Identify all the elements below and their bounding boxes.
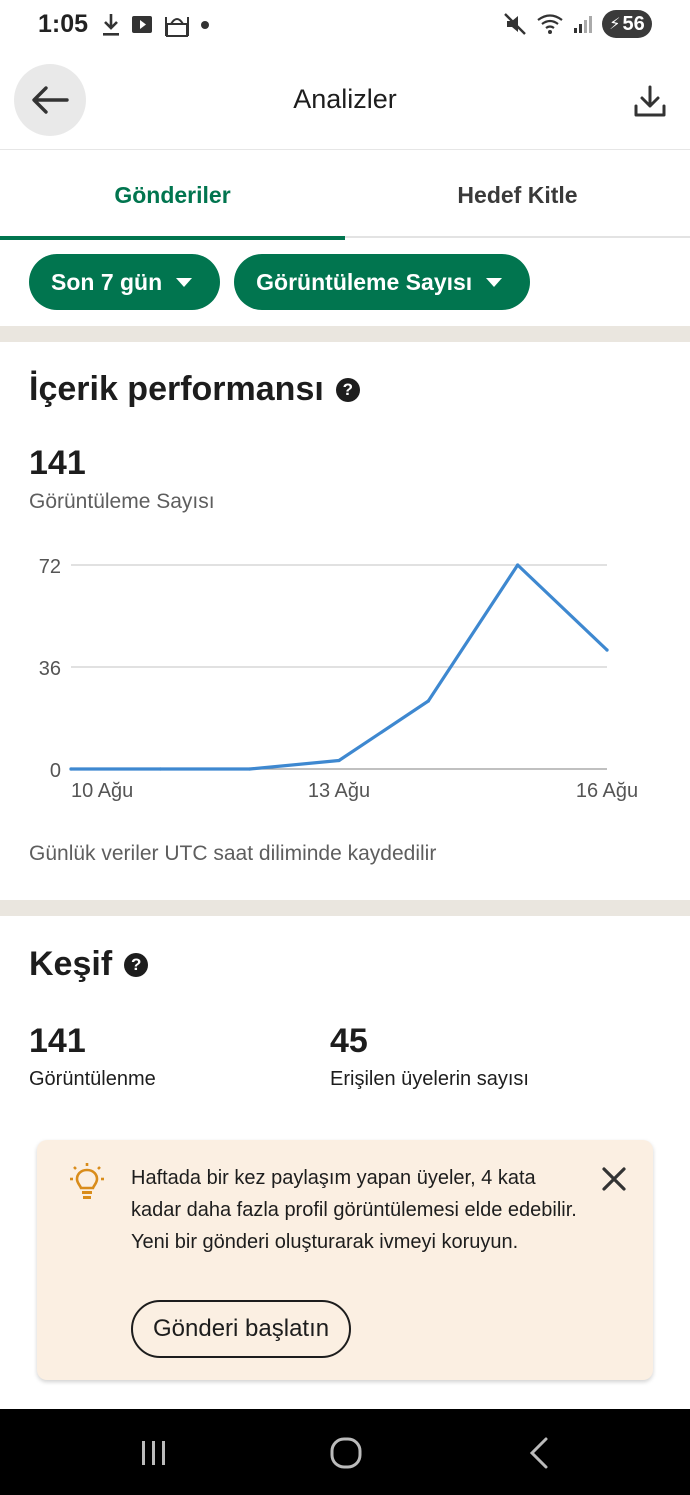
data-point <box>516 563 520 567</box>
data-point <box>337 758 341 763</box>
tip-text: Haftada bir kez paylaşım yapan üyeler, 4… <box>131 1167 577 1253</box>
tab-bar: Gönderiler Hedef Kitle <box>0 152 690 240</box>
performance-total: 141 <box>29 444 86 482</box>
system-nav-bar <box>0 1409 690 1495</box>
status-right-icons: ⚡ 56 <box>502 10 652 38</box>
tab-audience[interactable]: Hedef Kitle <box>345 152 690 238</box>
views-label: Görüntülenme <box>29 1068 156 1090</box>
caret-down-icon <box>176 277 193 287</box>
mute-icon <box>504 13 526 35</box>
battery-charging-icon: ⚡ 56 <box>602 10 652 38</box>
date-range-label: Son 7 gün <box>51 268 163 295</box>
x-tick-label: 13 Ağu <box>308 780 370 802</box>
page-title: Analizler <box>293 84 397 114</box>
download-icon[interactable] <box>632 84 668 120</box>
filter-chips: Son 7 gün Görüntüleme Sayısı <box>29 254 531 310</box>
section-divider <box>0 900 690 916</box>
views-value: 141 <box>29 1022 86 1060</box>
reached-members-value: 45 <box>330 1022 368 1060</box>
recents-icon[interactable] <box>134 1433 174 1473</box>
data-point <box>426 699 430 703</box>
date-range-filter[interactable]: Son 7 gün <box>29 254 221 310</box>
section-divider <box>0 326 690 342</box>
lightbulb-icon <box>70 1163 104 1199</box>
signal-icon <box>574 16 592 33</box>
utc-note: Günlük veriler UTC saat diliminde kayded… <box>29 842 437 865</box>
y-tick-label: 0 <box>50 760 61 782</box>
status-left-icons <box>100 12 212 38</box>
x-tick-label: 10 Ağu <box>71 780 133 802</box>
battery-level: 56 <box>622 12 645 35</box>
youtube-icon <box>132 16 152 33</box>
status-time: 1:05 <box>38 10 89 38</box>
home-icon[interactable] <box>326 1433 366 1473</box>
performance-title-text: İçerik performansı <box>29 370 324 408</box>
start-post-button[interactable]: Gönderi başlatın <box>131 1300 352 1358</box>
app-bar: Analizler <box>0 52 690 150</box>
download-icon <box>103 14 119 36</box>
y-tick-label: 72 <box>39 556 61 578</box>
views-line-chart: 72 36 0 10 Ağu 13 Ağu 16 Ağu <box>39 556 638 802</box>
data-point <box>158 767 162 771</box>
close-icon[interactable] <box>599 1164 629 1194</box>
y-tick-label: 36 <box>39 658 61 680</box>
tab-posts[interactable]: Gönderiler <box>0 152 345 240</box>
metric-filter-label: Görüntüleme Sayısı <box>256 268 473 295</box>
discovery-title-text: Keşif <box>29 945 113 983</box>
performance-title: İçerik performansı ? <box>29 370 360 409</box>
help-icon[interactable]: ? <box>335 377 360 402</box>
status-bar: 1:05 ⚡ 56 <box>0 0 690 52</box>
caret-down-icon <box>486 277 503 287</box>
help-icon[interactable]: ? <box>124 952 149 977</box>
discovery-title: Keşif ? <box>29 945 149 984</box>
wifi-icon <box>537 14 563 34</box>
dot-icon <box>201 21 209 29</box>
data-point <box>605 648 609 652</box>
x-tick-label: 16 Ağu <box>576 780 638 802</box>
tip-card: Haftada bir kez paylaşım yapan üyeler, 4… <box>37 1140 653 1380</box>
reached-members-label: Erişilen üyelerin sayısı <box>330 1068 529 1090</box>
metric-filter[interactable]: Görüntüleme Sayısı <box>234 254 531 310</box>
performance-metric-label: Görüntüleme Sayısı <box>29 490 215 513</box>
back-icon[interactable] <box>520 1433 560 1473</box>
data-point <box>248 767 252 771</box>
data-point <box>69 767 73 771</box>
mosque-icon <box>165 17 189 37</box>
